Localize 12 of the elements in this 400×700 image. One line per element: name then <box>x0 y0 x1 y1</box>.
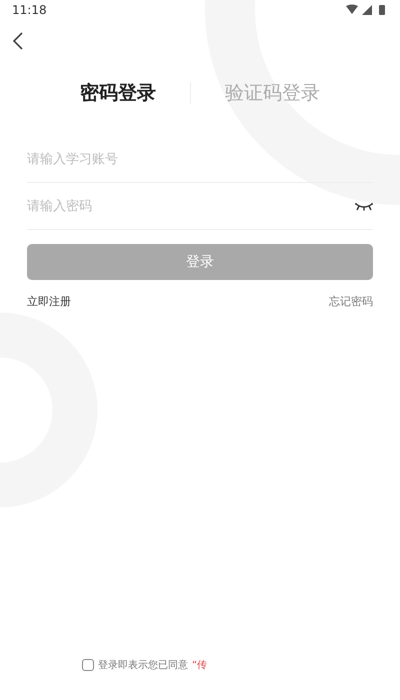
input-field[interactable]: 请输入学习账号 <box>27 152 373 166</box>
back-icon[interactable] <box>12 32 24 50</box>
status-icons <box>346 4 388 16</box>
register-link[interactable]: 立即注册 <box>27 294 71 309</box>
agreement-text: 登录即表示您已同意 <box>98 658 188 672</box>
agreement-link[interactable]: “传 <box>192 658 208 672</box>
input-field[interactable]: 请输入密码 <box>27 198 355 214</box>
status-time: 11:18 <box>12 3 47 17</box>
closed-eye-icon[interactable] <box>355 202 373 210</box>
login-tab[interactable]: 密码登录 <box>46 76 190 110</box>
agreement-checkbox[interactable] <box>82 659 94 671</box>
forgot-password-link[interactable]: 忘记密码 <box>329 294 373 309</box>
